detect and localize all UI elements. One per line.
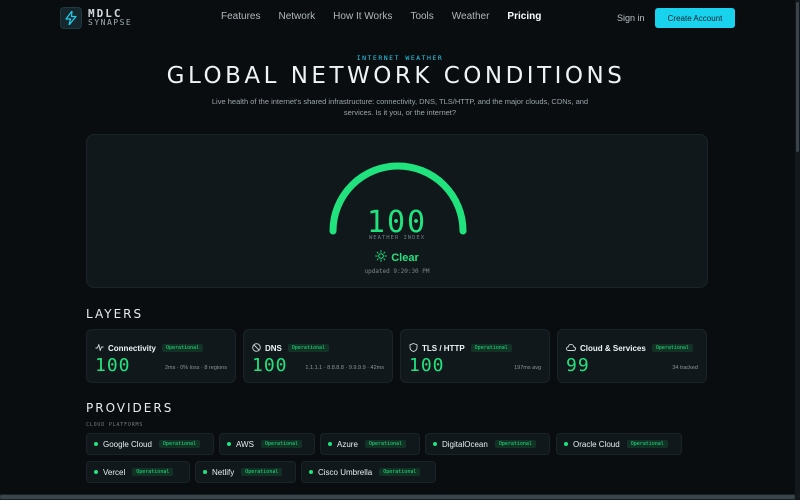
status-badge: Operational	[158, 440, 201, 448]
provider-digitalocean[interactable]: DigitalOcean Operational	[425, 433, 550, 455]
providers-heading: PROVIDERS	[86, 401, 174, 415]
status-badge: Operational	[470, 344, 512, 352]
page-title: GLOBAL NETWORK CONDITIONS	[166, 63, 626, 89]
status-badge: Operational	[162, 344, 204, 352]
nav-links: Features Network How It Works Tools Weat…	[221, 11, 559, 22]
layer-card-connectivity[interactable]: Connectivity Operational 100 2ms · 0% lo…	[86, 329, 236, 383]
status-badge: Operational	[651, 344, 693, 352]
provider-aws[interactable]: AWS Operational	[219, 433, 315, 455]
status-badge: Operational	[379, 468, 421, 476]
layers-heading: LAYERS	[86, 307, 144, 321]
layer-score: 99	[566, 355, 590, 376]
layer-card-tls-http[interactable]: TLS / HTTP Operational 100 197ms avg	[400, 329, 550, 383]
layer-name: DNS	[265, 343, 282, 353]
provider-name: Vercel	[103, 467, 126, 477]
status-dot	[564, 442, 568, 446]
nav-features[interactable]: Features	[221, 11, 260, 22]
nav-tools[interactable]: Tools	[410, 11, 433, 22]
layer-meta: 2ms · 0% loss · 8 regions	[164, 365, 227, 371]
layer-score: 100	[95, 355, 131, 376]
layer-name: TLS / HTTP	[422, 343, 465, 353]
provider-name: Azure	[337, 439, 358, 449]
status-dot	[94, 442, 98, 446]
status-badge: Operational	[287, 344, 330, 352]
provider-name: AWS	[236, 439, 254, 449]
status-dot	[227, 442, 231, 446]
sun-icon	[375, 249, 388, 267]
layer-card-cloud-services[interactable]: Cloud & Services Operational 99 34 track…	[557, 329, 707, 383]
layer-meta: 1.1.1.1 · 8.8.8.8 · 9.9.9.9 · 42ms	[305, 365, 384, 371]
status-badge: Operational	[241, 468, 283, 476]
nav-how-it-works[interactable]: How It Works	[333, 11, 392, 22]
status-badge: Operational	[494, 440, 536, 448]
status-badge: Operational	[364, 440, 407, 448]
hero-eyebrow: INTERNET WEATHER	[356, 54, 444, 62]
status-dot	[328, 442, 332, 446]
cloud-platforms-label: CLOUD PLATFORMS	[86, 422, 144, 428]
provider-google-cloud[interactable]: Google Cloud Operational	[86, 433, 214, 455]
page: MDLC SYNAPSE Features Network How It Wor…	[0, 0, 800, 500]
provider-name: Oracle Cloud	[573, 439, 620, 449]
status-badge: Operational	[626, 440, 668, 448]
logo[interactable]: MDLC SYNAPSE	[60, 7, 132, 29]
weather-status-text: Clear	[391, 252, 419, 264]
nav-pricing[interactable]: Pricing	[507, 11, 541, 22]
weather-gauge-card: 100 WEATHER INDEX Clear updated 9:20:30 …	[86, 134, 708, 288]
layer-meta: 197ms avg	[514, 365, 541, 371]
provider-cisco-umbrella[interactable]: Cisco Umbrella Operational	[301, 461, 436, 483]
top-nav: MDLC SYNAPSE Features Network How It Wor…	[0, 0, 800, 36]
provider-azure[interactable]: Azure Operational	[320, 433, 420, 455]
provider-name: Cisco Umbrella	[318, 467, 373, 477]
layer-score: 100	[252, 355, 288, 376]
status-badge: Operational	[260, 440, 303, 448]
layer-score: 100	[409, 355, 445, 376]
create-account-button[interactable]: Create Account	[655, 8, 735, 28]
nav-network[interactable]: Network	[278, 11, 315, 22]
provider-netlify[interactable]: Netlify Operational	[195, 461, 296, 483]
vertical-scrollbar[interactable]	[796, 2, 799, 152]
provider-oracle-cloud[interactable]: Oracle Cloud Operational	[556, 433, 682, 455]
layer-meta: 34 tracked	[672, 365, 698, 371]
logo-sub-text: SYNAPSE	[88, 18, 133, 27]
horizontal-scrollbar[interactable]	[0, 495, 795, 499]
hero-subtitle: Live health of the internet's shared inf…	[211, 97, 589, 117]
layer-name: Cloud & Services	[580, 343, 646, 353]
provider-vercel[interactable]: Vercel Operational	[86, 461, 190, 483]
provider-name: DigitalOcean	[442, 439, 488, 449]
status-dot	[309, 470, 313, 474]
bolt-icon	[60, 7, 82, 29]
layer-card-dns[interactable]: DNS Operational 100 1.1.1.1 · 8.8.8.8 · …	[243, 329, 393, 383]
status-dot	[433, 442, 437, 446]
layer-name: Connectivity	[108, 343, 157, 353]
weather-status: Clear	[87, 249, 707, 267]
sign-in-link[interactable]: Sign in	[617, 13, 645, 23]
logo-main-text: MDLC	[88, 7, 123, 20]
updated-timestamp: updated 9:20:30 PM	[364, 268, 430, 275]
status-dot	[203, 470, 207, 474]
weather-index-label: WEATHER INDEX	[368, 235, 426, 241]
nav-weather[interactable]: Weather	[452, 11, 490, 22]
provider-name: Netlify	[212, 467, 235, 477]
provider-name: Google Cloud	[103, 439, 152, 449]
status-badge: Operational	[132, 468, 174, 476]
status-dot	[94, 470, 98, 474]
